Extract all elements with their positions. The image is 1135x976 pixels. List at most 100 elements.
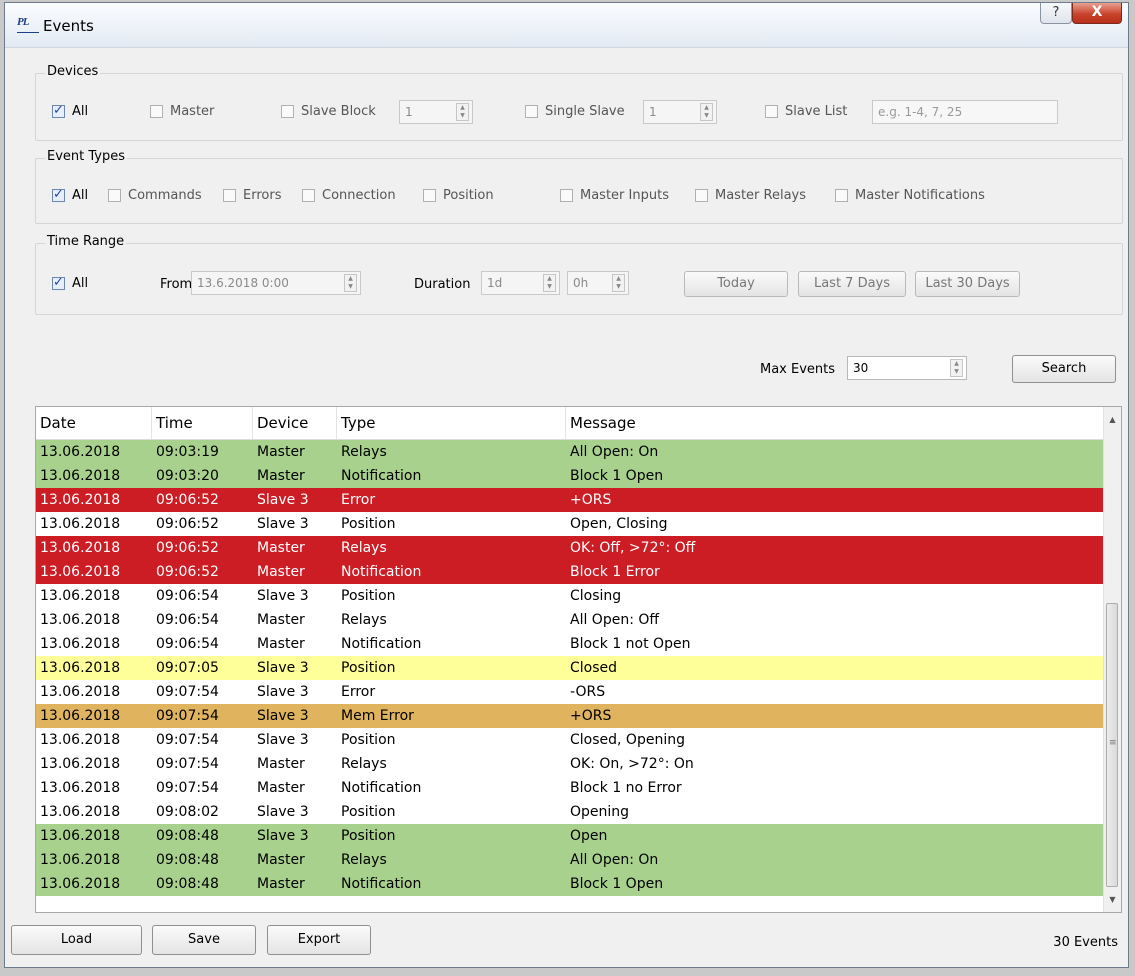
export-button[interactable]: Export (267, 925, 371, 955)
connection-checkbox[interactable]: Connection (302, 188, 396, 203)
table-row[interactable]: 13.06.2018 09:07:54 Master Relays OK: On, >7… (36, 752, 1104, 776)
table-row[interactable]: 13.06.2018 09:03:20 Master Notification Bloc… (36, 464, 1104, 488)
cell-time: 09:07:54 (156, 756, 219, 772)
position-checkbox[interactable]: Position (423, 188, 494, 203)
title-bar[interactable]: PL Events ? X (5, 3, 1128, 48)
spin-arrows-icon[interactable]: ▲ ▼ (612, 274, 625, 292)
duration-days-spinbox[interactable]: 1d ▲ ▼ (481, 271, 560, 295)
table-row[interactable]: 13.06.2018 09:08:48 Master Relays All Open: … (36, 848, 1104, 872)
devices-group-label: Devices (45, 64, 101, 79)
cell-type: Error (341, 684, 376, 700)
duration-hours-spinbox[interactable]: 0h ▲ ▼ (567, 271, 629, 295)
time-range-all-checkbox[interactable]: All (52, 275, 88, 291)
today-button[interactable]: Today (684, 271, 788, 297)
table-row[interactable]: 13.06.2018 09:07:54 Slave 3 Error -ORS (36, 680, 1104, 704)
cell-type: Position (341, 588, 396, 604)
spin-arrows-icon[interactable]: ▲ ▼ (543, 274, 556, 292)
cell-time: 09:07:54 (156, 684, 219, 700)
cell-device: Slave 3 (257, 828, 309, 844)
devices-slave-block-checkbox[interactable]: Slave Block (281, 104, 376, 119)
vertical-scrollbar[interactable]: ▲ ≡ ▼ (1103, 407, 1121, 912)
master-inputs-checkbox[interactable]: Master Inputs (560, 188, 669, 203)
spin-arrows-icon[interactable]: ▲ ▼ (950, 359, 963, 377)
devices-all-checkbox[interactable]: All (52, 103, 88, 119)
devices-slave-list-label: Slave List (785, 104, 848, 119)
cell-time: 09:06:54 (156, 636, 219, 652)
table-row[interactable]: 13.06.2018 09:08:02 Slave 3 Position Opening (36, 800, 1104, 824)
cell-message: All Open: Off (570, 612, 660, 628)
slave-list-input[interactable]: e.g. 1-4, 7, 25 (872, 100, 1058, 124)
cell-time: 09:06:54 (156, 612, 219, 628)
last-30-days-button[interactable]: Last 30 Days (915, 271, 1020, 297)
cell-type: Relays (341, 444, 387, 460)
last-7-days-button[interactable]: Last 7 Days (798, 271, 906, 297)
position-label: Position (443, 188, 494, 203)
events-table[interactable]: Date Time Device Type Message 13.06.2018… (35, 406, 1122, 913)
table-row[interactable]: 13.06.2018 09:06:54 Master Relays All Open: … (36, 608, 1104, 632)
spin-arrows-icon[interactable]: ▲ ▼ (456, 103, 469, 121)
cell-type: Position (341, 732, 396, 748)
column-header-type[interactable]: Type (337, 407, 566, 439)
table-row[interactable]: 13.06.2018 09:06:54 Master Notification Bloc… (36, 632, 1104, 656)
cell-date: 13.06.2018 (40, 780, 121, 796)
max-events-spinbox[interactable]: 30 ▲ ▼ (847, 356, 967, 380)
table-row[interactable]: 13.06.2018 09:03:19 Master Relays All Open: … (36, 440, 1104, 464)
cell-type: Notification (341, 564, 422, 580)
cell-time: 09:08:48 (156, 852, 219, 868)
scroll-up-icon[interactable]: ▲ (1104, 411, 1121, 428)
spin-arrows-icon[interactable]: ▲ ▼ (700, 103, 713, 121)
close-button[interactable]: X (1072, 3, 1122, 24)
single-slave-spinbox[interactable]: 1 ▲ ▼ (643, 100, 717, 124)
event-types-all-checkbox[interactable]: All (52, 187, 88, 203)
cell-message: Block 1 Error (570, 564, 660, 580)
checkbox-box (302, 189, 315, 202)
cell-time: 09:08:48 (156, 876, 219, 892)
table-row[interactable]: 13.06.2018 09:06:52 Slave 3 Position Open, C… (36, 512, 1104, 536)
table-row[interactable]: 13.06.2018 09:08:48 Slave 3 Position Open (36, 824, 1104, 848)
cell-date: 13.06.2018 (40, 636, 121, 652)
cell-type: Error (341, 492, 376, 508)
slave-block-spinbox[interactable]: 1 ▲ ▼ (399, 100, 473, 124)
master-inputs-label: Master Inputs (580, 188, 669, 203)
table-row[interactable]: 13.06.2018 09:06:52 Slave 3 Error +ORS (36, 488, 1104, 512)
table-row[interactable]: 13.06.2018 09:06:52 Master Relays OK: Off, >… (36, 536, 1104, 560)
master-relays-checkbox[interactable]: Master Relays (695, 188, 806, 203)
devices-single-slave-checkbox[interactable]: Single Slave (525, 104, 625, 119)
table-row[interactable]: 13.06.2018 09:07:54 Slave 3 Position Closed,… (36, 728, 1104, 752)
cell-time: 09:07:54 (156, 732, 219, 748)
cell-device: Master (257, 540, 305, 556)
cell-date: 13.06.2018 (40, 660, 121, 676)
cell-type: Notification (341, 636, 422, 652)
column-header-message[interactable]: Message (566, 407, 1106, 439)
table-row[interactable]: 13.06.2018 09:06:54 Slave 3 Position Closing (36, 584, 1104, 608)
cell-device: Master (257, 876, 305, 892)
column-header-date[interactable]: Date (36, 407, 152, 439)
spin-arrows-icon[interactable]: ▲ ▼ (344, 274, 357, 292)
master-notifications-checkbox[interactable]: Master Notifications (835, 188, 985, 203)
help-button[interactable]: ? (1040, 3, 1072, 24)
devices-slave-list-checkbox[interactable]: Slave List (765, 104, 847, 119)
scroll-thumb[interactable]: ≡ (1106, 603, 1118, 887)
column-header-device[interactable]: Device (253, 407, 337, 439)
table-row[interactable]: 13.06.2018 09:08:48 Master Notification Bloc… (36, 872, 1104, 896)
cell-device: Master (257, 756, 305, 772)
table-row[interactable]: 13.06.2018 09:07:05 Slave 3 Position Closed (36, 656, 1104, 680)
search-button[interactable]: Search (1012, 355, 1116, 383)
commands-checkbox[interactable]: Commands (108, 188, 202, 203)
scroll-down-icon[interactable]: ▼ (1104, 891, 1121, 908)
cell-date: 13.06.2018 (40, 876, 121, 892)
cell-date: 13.06.2018 (40, 540, 121, 556)
errors-checkbox[interactable]: Errors (223, 188, 281, 203)
connection-label: Connection (322, 188, 396, 203)
from-datetime-value: 13.6.2018 0:00 (197, 276, 289, 290)
table-row[interactable]: 13.06.2018 09:07:54 Slave 3 Mem Error +ORS (36, 704, 1104, 728)
load-button[interactable]: Load (11, 925, 142, 955)
cell-message: +ORS (570, 708, 612, 724)
devices-master-checkbox[interactable]: Master (150, 104, 214, 119)
from-datetime-spinbox[interactable]: 13.6.2018 0:00 ▲ ▼ (191, 271, 361, 295)
table-row[interactable]: 13.06.2018 09:07:54 Master Notification Bloc… (36, 776, 1104, 800)
column-header-time[interactable]: Time (152, 407, 253, 439)
single-slave-value: 1 (649, 105, 657, 119)
save-button[interactable]: Save (152, 925, 256, 955)
table-row[interactable]: 13.06.2018 09:06:52 Master Notification Bloc… (36, 560, 1104, 584)
